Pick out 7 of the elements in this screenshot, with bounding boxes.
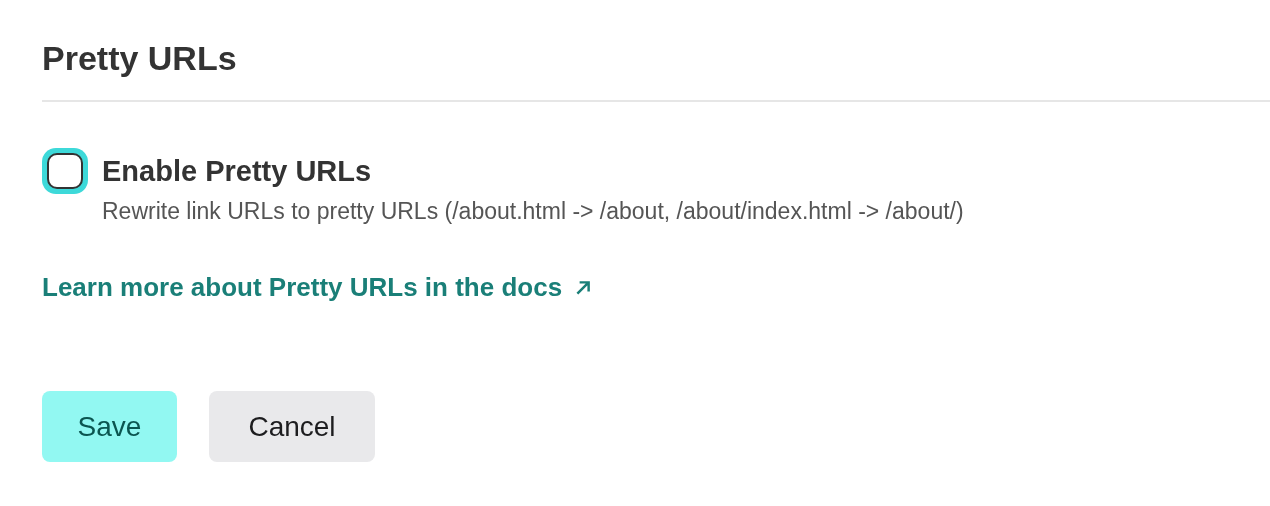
option-description: Rewrite link URLs to pretty URLs (/about.html -> /about, /about/index.html -> /about/): [102, 197, 964, 226]
cancel-button[interactable]: Cancel: [209, 391, 375, 462]
checkbox-label: Enable Pretty URLs: [102, 154, 373, 188]
docs-link[interactable]: Learn more about Pretty URLs in the docs: [42, 272, 593, 303]
section-title: Pretty URLs: [42, 38, 238, 79]
external-link-icon: [574, 278, 593, 297]
save-button[interactable]: Save: [42, 391, 177, 462]
